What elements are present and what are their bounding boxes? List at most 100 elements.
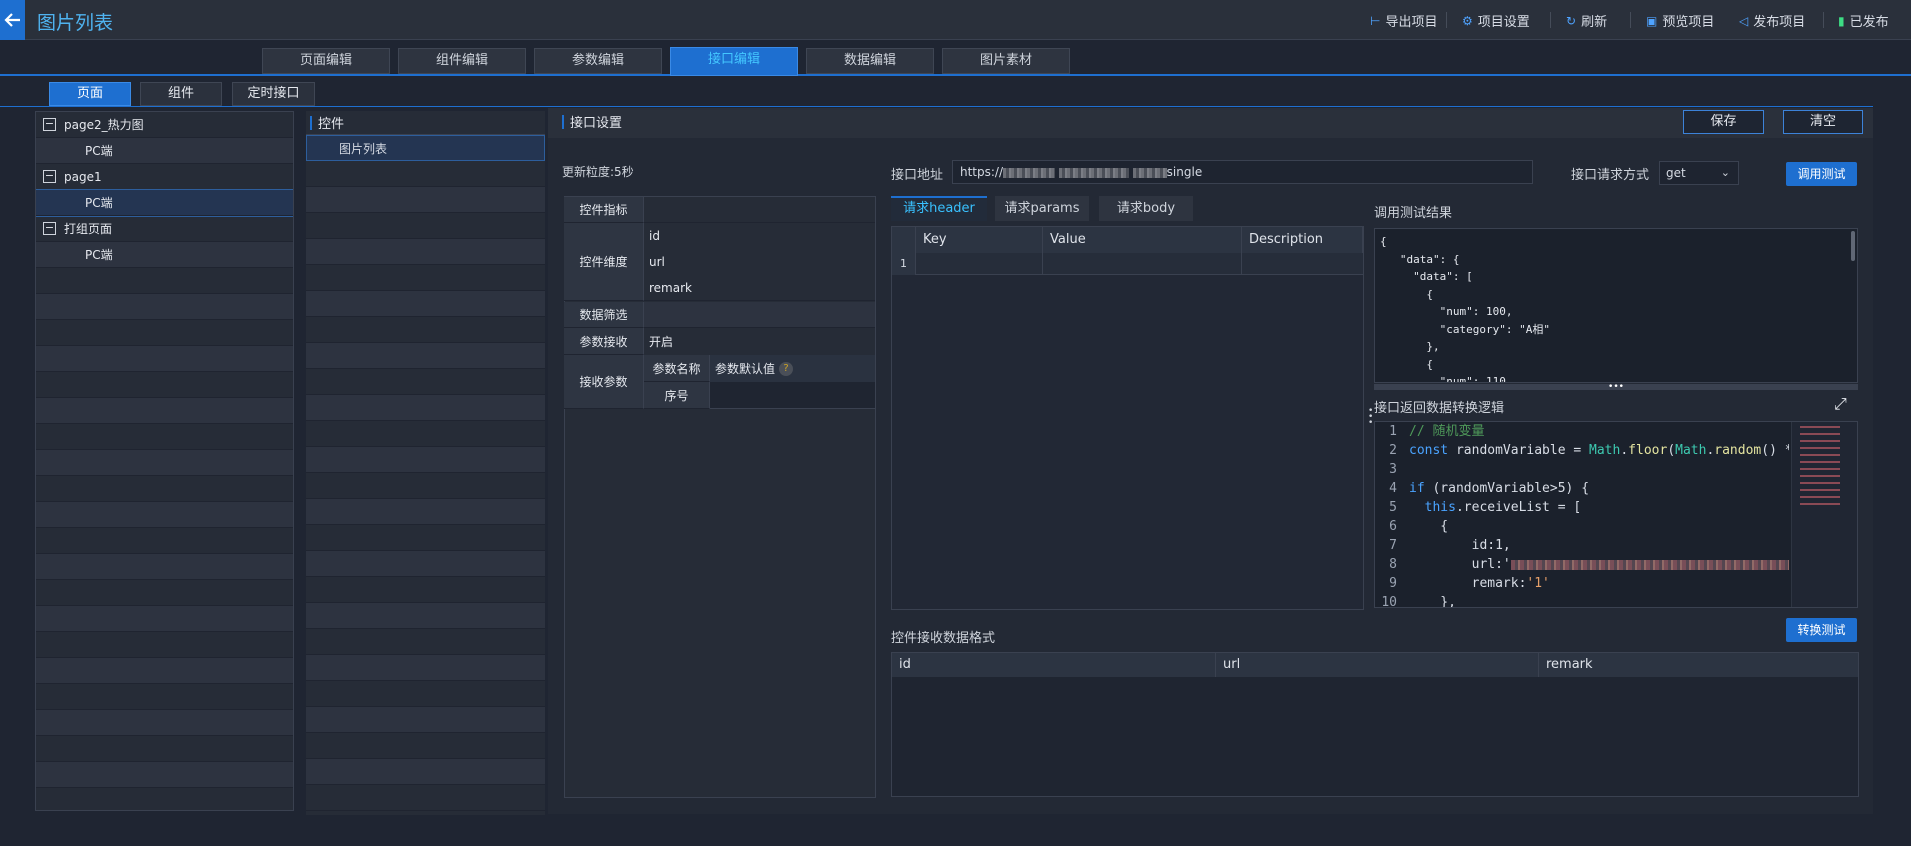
bookmark-icon: ▮ <box>1838 13 1845 28</box>
tab-component-edit[interactable]: 组件编辑 <box>398 48 526 74</box>
toolbar-divider <box>1446 12 1447 28</box>
api-url-input[interactable]: https:// single <box>952 160 1533 184</box>
receive-params-label: 接收参数 <box>564 355 644 409</box>
publish-project-button[interactable]: ◁ 发布项目 <box>1739 11 1805 31</box>
param-receive-label: 参数接收 <box>564 328 644 355</box>
tree-node-page2[interactable]: − page2_热力图 <box>36 112 293 138</box>
api-settings-header <box>548 108 1873 138</box>
tab-page-edit[interactable]: 页面编辑 <box>262 48 390 74</box>
tree-empty-row <box>36 528 293 554</box>
filter-label: 数据筛选 <box>564 302 644 328</box>
subtab-underline <box>0 106 1873 107</box>
resize-handle[interactable]: ••• <box>1374 383 1858 392</box>
tab-data-edit[interactable]: 数据编辑 <box>806 48 934 74</box>
tree-empty-row <box>36 684 293 710</box>
tree-empty-row <box>36 502 293 528</box>
tree-node-group-page[interactable]: − 打组页面 <box>36 216 293 242</box>
tree-empty-row <box>36 736 293 762</box>
drag-handle-icon[interactable]: • • • <box>1368 407 1373 428</box>
collapse-icon[interactable]: − <box>43 170 56 183</box>
help-icon[interactable]: ? <box>779 361 794 376</box>
tab-image-assets[interactable]: 图片素材 <box>942 48 1070 74</box>
page-tree-panel: − page2_热力图 PC端 − page1 PC端 − 打组页面 PC端 <box>35 111 294 811</box>
tab-request-header[interactable]: 请求header <box>891 196 987 221</box>
widget-empty-row <box>306 759 545 785</box>
code-minimap[interactable] <box>1791 422 1857 607</box>
metric-label: 控件指标 <box>564 197 644 223</box>
tree-empty-row <box>36 658 293 684</box>
toolbar-divider <box>1550 12 1551 28</box>
project-settings-button[interactable]: ⚙ 项目设置 <box>1462 11 1530 31</box>
subtab-page[interactable]: 页面 <box>49 82 131 106</box>
collapse-icon[interactable]: − <box>43 118 56 131</box>
widget-empty-row <box>306 499 545 525</box>
code-line: 10 }, <box>1381 595 1456 608</box>
transform-test-button[interactable]: 转换测试 <box>1786 618 1857 642</box>
widget-item-image-list[interactable]: 图片列表 <box>306 135 545 161</box>
widget-empty-row <box>306 265 545 291</box>
widget-empty-row <box>306 577 545 603</box>
tree-empty-row <box>36 450 293 476</box>
collapse-icon[interactable]: − <box>43 222 56 235</box>
widget-empty-row <box>306 603 545 629</box>
tree-empty-row <box>36 476 293 502</box>
seq-value[interactable] <box>710 382 875 409</box>
param-receive-value[interactable]: 开启 <box>644 328 673 355</box>
fullscreen-icon[interactable]: ⤢ <box>1834 394 1847 414</box>
row-index: 1 <box>892 253 916 275</box>
tab-api-edit[interactable]: 接口编辑 <box>670 47 798 76</box>
code-line: 3 <box>1389 462 1397 477</box>
scrollbar[interactable] <box>1851 231 1855 261</box>
tab-request-body[interactable]: 请求body <box>1099 196 1193 221</box>
subtab-component[interactable]: 组件 <box>140 82 222 106</box>
param-name-header: 参数名称 <box>644 355 710 382</box>
widget-empty-row <box>306 785 545 811</box>
widget-empty-row <box>306 343 545 369</box>
header-description-cell[interactable] <box>1242 253 1363 275</box>
redacted-text <box>1132 167 1167 178</box>
tab-request-params[interactable]: 请求params <box>995 196 1089 221</box>
widget-empty-row <box>306 161 545 187</box>
widget-panel: 控件 图片列表 <box>306 111 545 815</box>
clear-button[interactable]: 清空 <box>1783 110 1863 134</box>
tree-empty-row <box>36 606 293 632</box>
tree-leaf-pc-selected[interactable]: PC端 <box>36 189 293 217</box>
column-url: url <box>1216 653 1539 677</box>
widget-empty-row <box>306 473 545 499</box>
request-method-select[interactable]: get ⌄ <box>1659 161 1739 185</box>
header-value-cell[interactable] <box>1043 253 1242 275</box>
metric-value[interactable] <box>644 197 875 223</box>
subtab-timed-api[interactable]: 定时接口 <box>232 82 315 106</box>
test-result-output[interactable]: { "data": { "data": [ { "num": 100, "cat… <box>1374 228 1858 383</box>
code-line: 8 url:' <box>1375 555 1789 574</box>
call-test-button[interactable]: 调用测试 <box>1786 162 1857 186</box>
tab-param-edit[interactable]: 参数编辑 <box>534 48 662 74</box>
app-title: 图片列表 <box>37 12 114 34</box>
back-arrow-icon[interactable] <box>0 0 25 40</box>
preview-project-button[interactable]: ▣ 预览项目 <box>1646 11 1714 31</box>
transform-code-editor[interactable]: 1// 随机变量 2 const randomVariable = Math.fl… <box>1374 421 1858 608</box>
tree-leaf-pc[interactable]: PC端 <box>36 138 293 164</box>
tree-leaf-pc[interactable]: PC端 <box>36 242 293 268</box>
column-description: Description <box>1242 227 1363 253</box>
column-key: Key <box>916 227 1043 253</box>
refresh-button[interactable]: ↻ 刷新 <box>1566 11 1607 31</box>
tree-node-page1[interactable]: − page1 <box>36 164 293 190</box>
export-project-button[interactable]: ⊢ 导出项目 <box>1370 11 1437 31</box>
code-line: 5 this.receiveList = [ <box>1389 500 1582 515</box>
save-button[interactable]: 保存 <box>1683 110 1764 134</box>
header-key-cell[interactable] <box>916 253 1043 275</box>
widget-empty-row <box>306 187 545 213</box>
receive-format-table: id url remark <box>891 652 1859 797</box>
request-method-label: 接口请求方式 <box>1571 168 1650 183</box>
tree-empty-row <box>36 580 293 606</box>
request-header-table: Key Value Description 1 <box>891 226 1364 610</box>
tree-empty-row <box>36 632 293 658</box>
send-icon: ◁ <box>1739 13 1749 28</box>
column-id: id <box>892 653 1216 677</box>
tree-empty-row <box>36 294 293 320</box>
filter-value[interactable] <box>644 302 875 328</box>
tree-empty-row <box>36 372 293 398</box>
table-corner <box>892 227 916 253</box>
widget-empty-row <box>306 707 545 733</box>
